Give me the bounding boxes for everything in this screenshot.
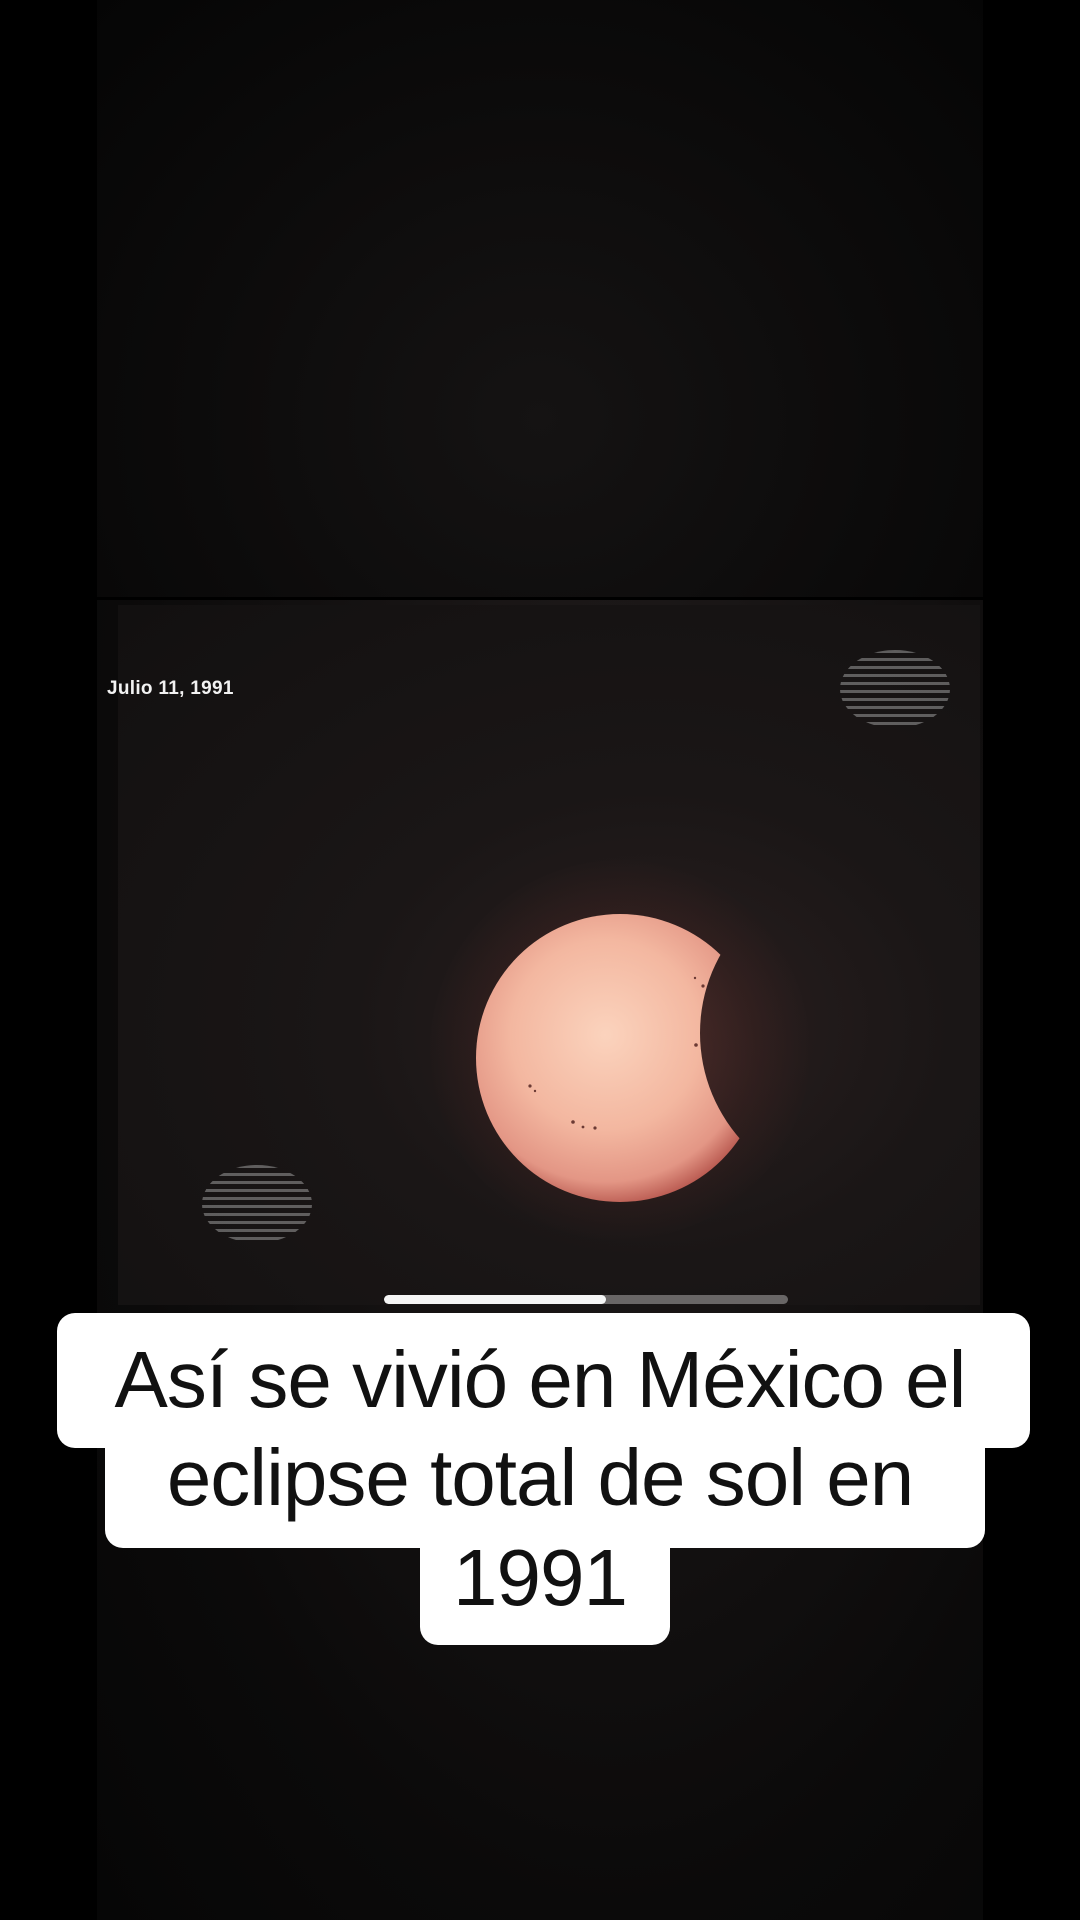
sun-disk	[476, 914, 764, 1202]
video-top-band	[97, 0, 983, 598]
caption-line-2: eclipse total de sol en	[166, 1433, 914, 1522]
caption-line-3: 1991	[453, 1533, 628, 1622]
eclipsed-sun	[476, 914, 764, 1202]
video-progress-bar[interactable]	[384, 1295, 788, 1304]
video-progress-fill	[384, 1295, 607, 1304]
broadcaster-logo-watermark	[840, 650, 950, 728]
video-player[interactable]: Julio 11, 1991 Así se vivió en México el…	[0, 0, 1080, 1920]
broadcaster-logo-watermark-2	[202, 1165, 312, 1243]
caption-line-1: Así se vivió en México el	[114, 1335, 967, 1424]
date-overlay: Julio 11, 1991	[107, 678, 234, 699]
